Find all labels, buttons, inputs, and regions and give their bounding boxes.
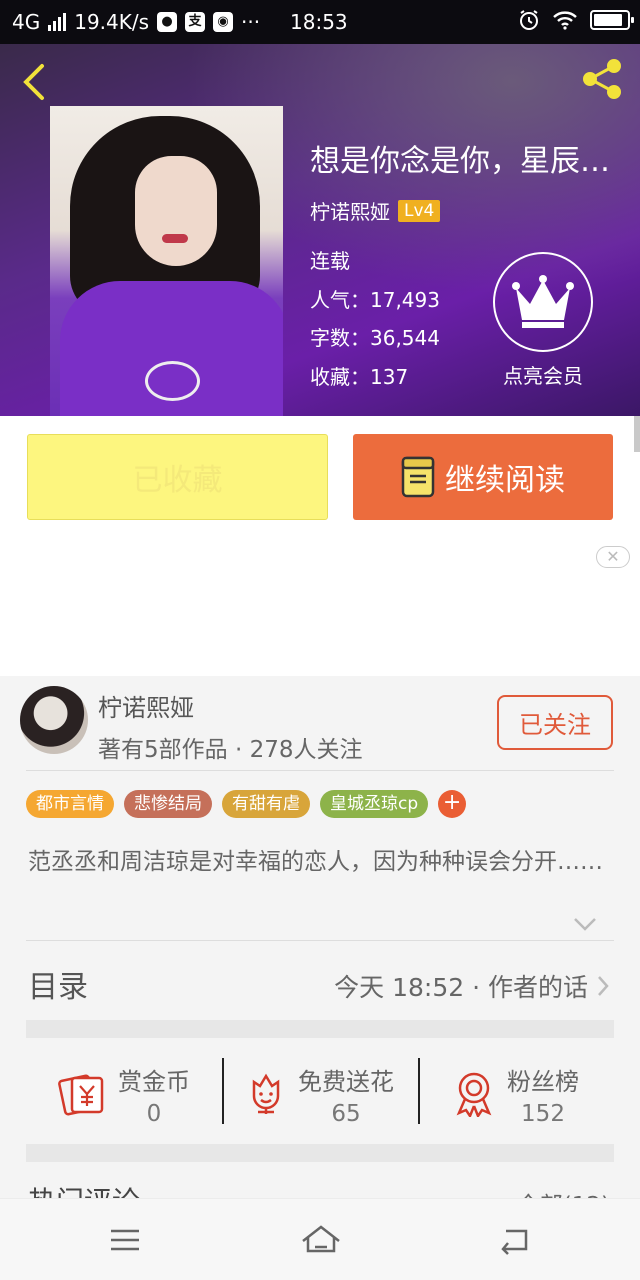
divider [26, 940, 614, 941]
author-level-badge: Lv4 [398, 199, 441, 222]
alipay-icon: 支 [185, 12, 206, 32]
free-flowers[interactable]: 免费送花 65 [222, 1046, 418, 1142]
battery-icon [590, 10, 634, 30]
share-icon[interactable] [580, 56, 626, 102]
reward-coin-icon [58, 1074, 104, 1116]
network-speed: 19.4K/s [74, 10, 150, 34]
fan-rank-medal-icon [456, 1072, 492, 1117]
section-separator [26, 1020, 614, 1038]
latest-update-text: 今天 18:52 · 作者的话 [334, 973, 588, 1002]
popularity: 人气：17,493 [310, 287, 440, 312]
tag-chip[interactable]: 悲惨结局 [124, 790, 212, 818]
toc-label[interactable]: 目录 [28, 962, 88, 1006]
more-notifications: ··· [241, 10, 261, 34]
cat-icon: ◉ [213, 12, 234, 32]
book-details: 柠诺熙娅 著有5部作品 · 278人关注 已关注 都市言情 悲惨结局 有甜有虐 … [0, 676, 640, 1219]
back-icon[interactable] [498, 1223, 532, 1257]
tag-chip[interactable]: 都市言情 [26, 790, 114, 818]
follow-button[interactable]: 已关注 [497, 695, 613, 750]
tag-chip[interactable]: 皇城丞琼cp [320, 790, 429, 818]
book-description: 范丞丞和周洁琼是对幸福的恋人，因为种种误会分开…… [28, 849, 603, 875]
ad-banner: ✕ [0, 538, 640, 676]
author-name[interactable]: 柠诺熙娅 [310, 196, 390, 225]
scrollbar[interactable] [634, 416, 640, 452]
action-bar: 已收藏 继续阅读 [0, 416, 640, 538]
support-stats: 赏金币 0 免费送花 65 粉丝榜 152 [26, 1046, 614, 1142]
signal-icon [48, 13, 67, 31]
chevron-down-icon[interactable] [572, 916, 598, 932]
book-title: 想是你念是你，星辰… [310, 144, 610, 179]
flower-icon [252, 1073, 280, 1114]
book-meta: 连载 人气：17,493 字数：36,544 收藏：137 [310, 242, 440, 396]
latest-update[interactable]: 今天 18:52 · 作者的话 [334, 968, 610, 1004]
weibo-icon: ● [157, 12, 178, 32]
stat-value: 65 [331, 1100, 361, 1127]
tag-list: 都市言情 悲惨结局 有甜有虐 皇城丞琼cp + [26, 790, 467, 818]
status-bar: 4G 19.4K/s ● 支 ◉ ··· 18:53 [0, 0, 640, 44]
stat-value: 0 [146, 1100, 162, 1127]
vip-label: 点亮会员 [503, 364, 583, 388]
chevron-right-icon [598, 976, 609, 996]
clock: 18:53 [290, 10, 348, 34]
ad-close-icon[interactable]: ✕ [596, 546, 630, 568]
book-header: 想是你念是你，星辰… 柠诺熙娅 Lv4 连载 人气：17,493 字数：36,5… [0, 44, 640, 416]
book-icon [401, 456, 435, 498]
stat-label: 赏金币 [118, 1067, 190, 1096]
alarm-icon [520, 10, 538, 30]
menu-icon[interactable] [108, 1223, 142, 1257]
divider [26, 770, 614, 771]
crown-icon [512, 275, 574, 328]
add-tag-button[interactable]: + [438, 790, 467, 818]
author-card-name[interactable]: 柠诺熙娅 [98, 688, 194, 723]
author-avatar[interactable] [20, 686, 88, 754]
stat-label: 免费送花 [298, 1067, 394, 1096]
word-count: 字数：36,544 [310, 326, 440, 350]
favorited-label: 已收藏 [132, 463, 223, 498]
home-icon[interactable] [300, 1223, 342, 1257]
wifi-icon [553, 11, 577, 30]
serial-status: 连载 [310, 249, 350, 273]
fan-ranking[interactable]: 粉丝榜 152 [418, 1046, 614, 1142]
back-arrow-icon[interactable] [20, 62, 48, 102]
network-type: 4G [12, 10, 41, 34]
system-navigation-bar [0, 1198, 640, 1280]
continue-reading-label: 继续阅读 [445, 463, 565, 498]
favorite-count: 收藏：137 [310, 364, 409, 389]
reward-coins[interactable]: 赏金币 0 [26, 1046, 222, 1142]
stat-label: 粉丝榜 [507, 1067, 579, 1096]
favorited-button[interactable]: 已收藏 [27, 434, 328, 520]
book-cover-image[interactable] [50, 106, 283, 416]
author-stats: 著有5部作品 · 278人关注 [98, 737, 363, 763]
tag-chip[interactable]: 有甜有虐 [222, 790, 310, 818]
vip-button[interactable]: 点亮会员 [493, 252, 593, 389]
section-separator [26, 1144, 614, 1162]
continue-reading-button[interactable]: 继续阅读 [353, 434, 613, 520]
stat-value: 152 [521, 1100, 565, 1127]
